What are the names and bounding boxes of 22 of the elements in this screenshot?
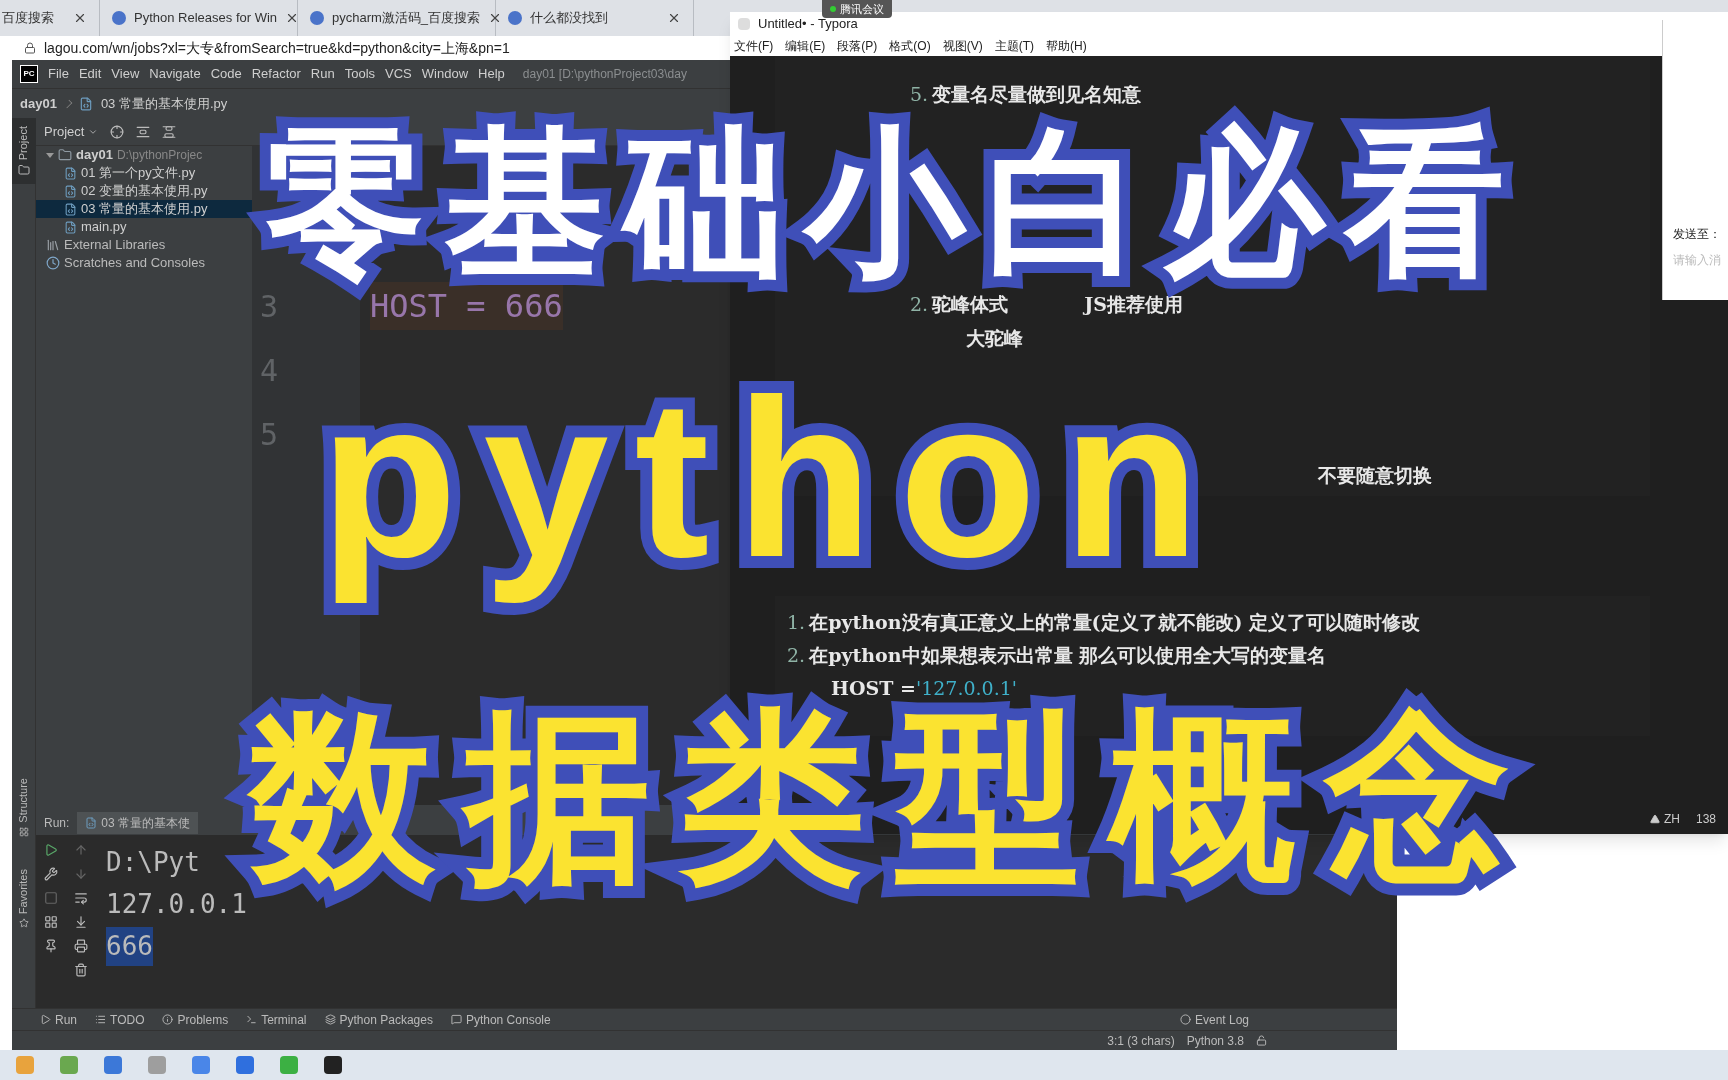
doc-text: 大驼峰: [966, 325, 1023, 351]
meeting-badge: 腾讯会议: [822, 0, 892, 18]
doc-text: 在python中如果想表示出常量 那么可以使用全大写的变量名: [809, 643, 1327, 669]
doc-text: 驼峰体式: [932, 291, 1009, 317]
doc-text: 不要随意切换: [1318, 462, 1432, 488]
window-title: Untitled• - Typora: [758, 15, 858, 34]
console-output: 666: [106, 926, 153, 966]
list-number: 2.: [787, 643, 806, 669]
list-number: 5.: [910, 81, 929, 107]
list-number: 1.: [787, 610, 806, 636]
string-literal: '127.0.0.1': [915, 676, 1017, 702]
list-number: 2.: [910, 291, 929, 317]
panel-label: Run:: [44, 815, 70, 832]
window-title: day01 [D:\pythonProject03\day: [522, 66, 687, 83]
console-output: 127.0.0.1: [106, 887, 247, 921]
doc-text: JS推荐使用: [1084, 291, 1183, 317]
doc-text: HOST =: [831, 676, 916, 702]
doc-text: 变量名尽量做到见名知意: [932, 81, 1142, 107]
console-output: D:\Pyt: [106, 845, 200, 879]
field-label: 发送至：: [1673, 226, 1722, 243]
app-logo: PC: [20, 65, 38, 83]
doc-text: 在python没有真正意义上的常量(定义了就不能改) 定义了可以随时修改: [809, 610, 1421, 636]
